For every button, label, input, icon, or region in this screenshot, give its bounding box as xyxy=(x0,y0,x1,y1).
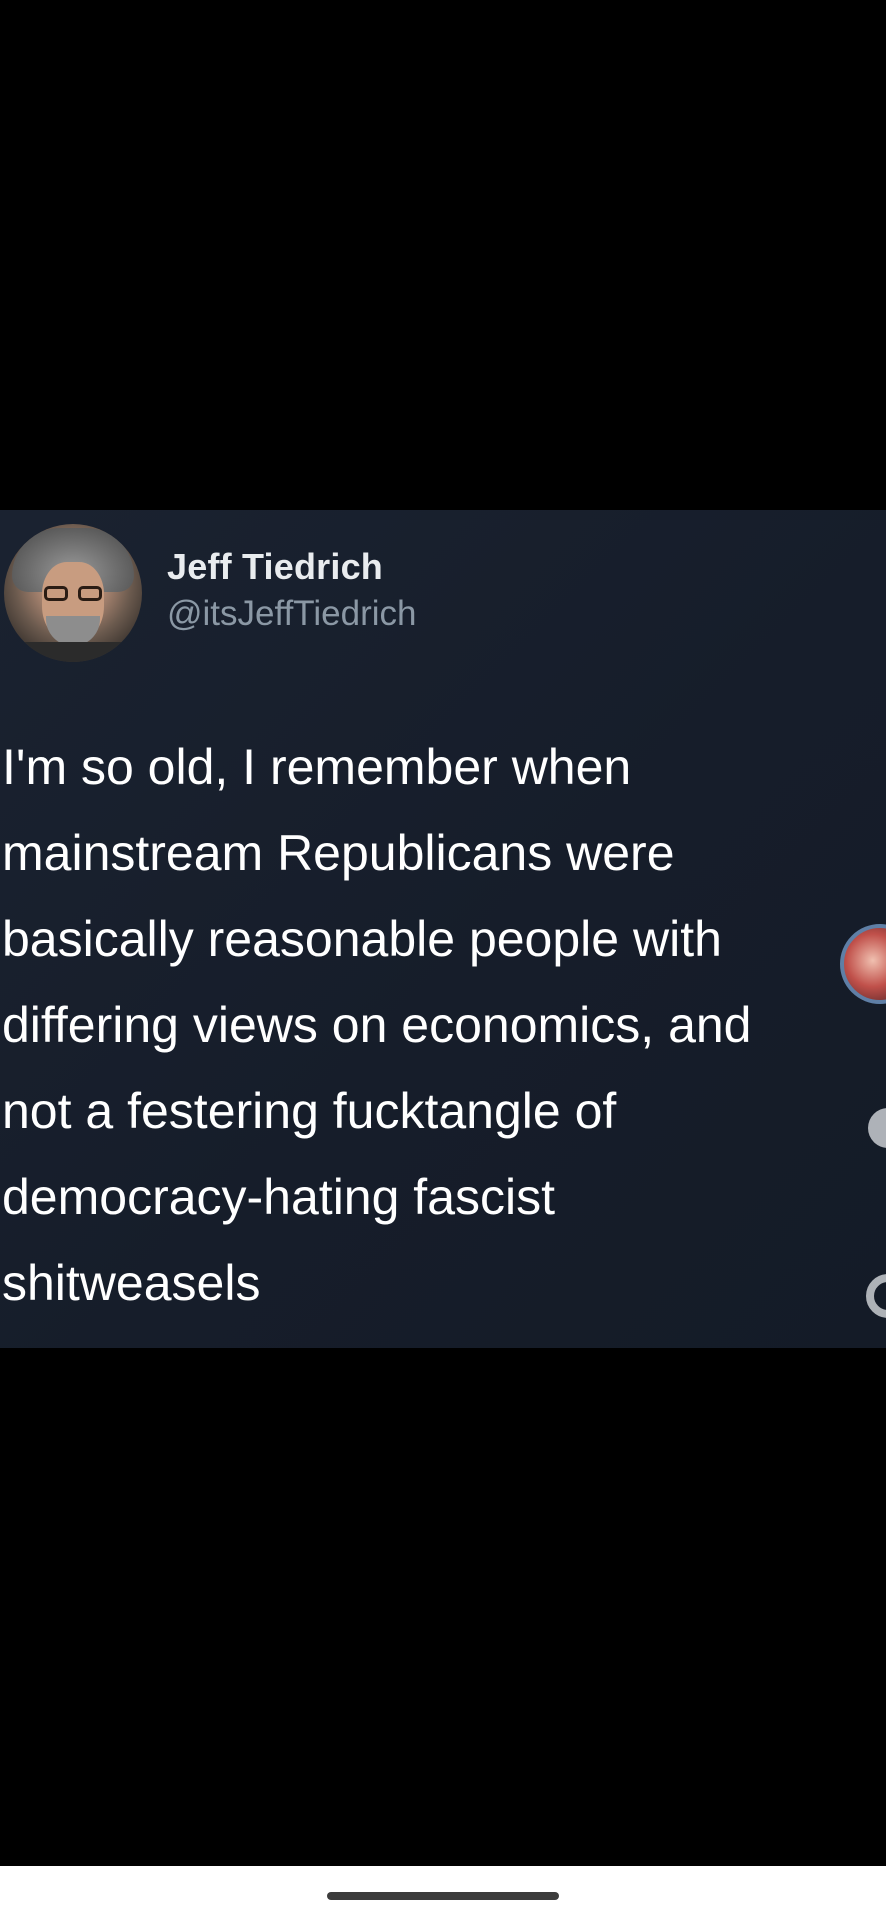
tweet-text-line: basically reasonable people with xyxy=(2,911,722,967)
avatar-shirt xyxy=(14,642,132,662)
user-handle[interactable]: @itsJeffTiedrich xyxy=(167,594,417,634)
tweet-text-line: democracy-hating fascist xyxy=(2,1169,556,1225)
tweet-text-line: not a festering fucktangle of xyxy=(2,1083,617,1139)
display-name[interactable]: Jeff Tiedrich xyxy=(167,546,383,588)
tweet-text-line: I'm so old, I remember when xyxy=(2,739,632,795)
tweet-text-line: differing views on economics, and xyxy=(2,997,752,1053)
avatar-glasses xyxy=(44,586,102,602)
tweet-text: I'm so old, I remember when mainstream R… xyxy=(2,724,882,1326)
home-indicator[interactable] xyxy=(327,1892,559,1900)
tweet-text-line: mainstream Republicans were xyxy=(2,825,675,881)
tweet-text-line: shitweasels xyxy=(2,1255,261,1311)
tweet-card: Jeff Tiedrich @itsJeffTiedrich I'm so ol… xyxy=(0,510,886,1348)
avatar[interactable] xyxy=(4,524,142,662)
home-bar-area xyxy=(0,1866,886,1920)
screenshot-background: Jeff Tiedrich @itsJeffTiedrich I'm so ol… xyxy=(0,0,886,1866)
